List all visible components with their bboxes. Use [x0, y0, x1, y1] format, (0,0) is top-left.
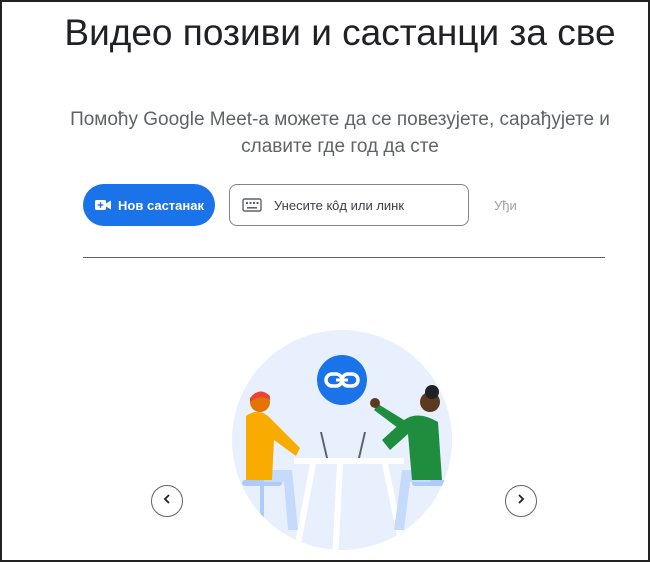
chevron-left-icon [161, 492, 173, 510]
new-meeting-button[interactable]: Нов састанак [83, 184, 215, 226]
page-title: Видео позиви и састанци за све [64, 12, 616, 53]
section-divider [83, 257, 605, 258]
join-button[interactable]: Уђи [494, 198, 517, 213]
keyboard-icon [242, 198, 264, 212]
new-meeting-label: Нов састанак [118, 197, 204, 213]
carousel-next-button[interactable] [505, 485, 537, 517]
meeting-code-field[interactable] [229, 184, 469, 226]
meeting-illustration [232, 330, 452, 555]
link-icon [317, 355, 367, 405]
carousel-prev-button[interactable] [151, 485, 183, 517]
chevron-right-icon [515, 492, 527, 510]
meeting-code-input[interactable] [274, 197, 454, 213]
video-camera-plus-icon [94, 198, 112, 212]
page-subtitle: Помоћу Google Meet-а можете да се повезу… [70, 109, 610, 157]
